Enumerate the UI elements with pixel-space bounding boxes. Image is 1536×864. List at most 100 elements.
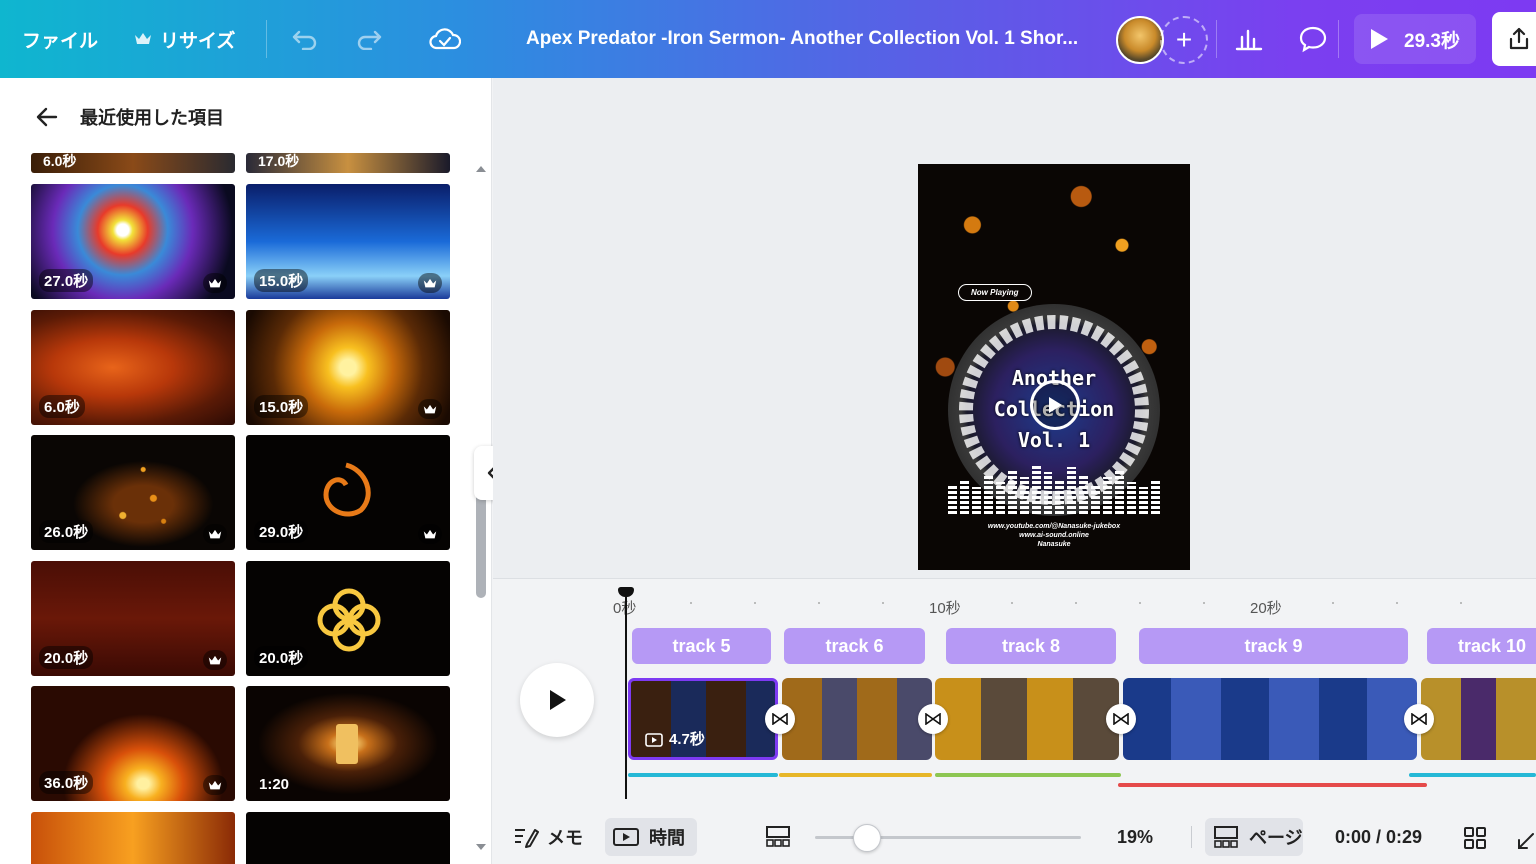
crown-icon bbox=[418, 524, 442, 544]
crown-icon bbox=[203, 524, 227, 544]
cloud-saved-icon[interactable] bbox=[428, 22, 462, 56]
add-collaborator-button[interactable]: + bbox=[1160, 16, 1208, 64]
timeline-toggle[interactable]: 時間 bbox=[613, 818, 685, 856]
track-label[interactable]: track 9 bbox=[1139, 628, 1408, 664]
media-thumbnail[interactable] bbox=[31, 812, 235, 864]
timeline-clip-selected[interactable]: 4.7秒 bbox=[628, 678, 778, 760]
zoom-percentage[interactable]: 19% bbox=[1117, 818, 1153, 856]
notes-button[interactable]: メモ bbox=[513, 818, 583, 856]
divider bbox=[1338, 20, 1339, 58]
media-thumbnail[interactable] bbox=[246, 812, 450, 864]
page-layout-icon bbox=[1214, 826, 1238, 848]
page-view-toggle[interactable]: ページ bbox=[1213, 818, 1303, 856]
transition-icon[interactable] bbox=[1106, 704, 1136, 734]
timeline-clip[interactable] bbox=[935, 678, 1119, 760]
insights-chart-icon[interactable] bbox=[1232, 22, 1266, 56]
crown-icon bbox=[203, 775, 227, 795]
fire-ring-graphic bbox=[323, 462, 371, 517]
media-thumbnail[interactable]: 27.0秒 bbox=[31, 184, 235, 299]
redo-icon[interactable] bbox=[352, 22, 386, 56]
play-icon bbox=[1371, 29, 1388, 49]
timeline-play-button[interactable] bbox=[520, 663, 594, 737]
grid-layout-icon[interactable] bbox=[765, 824, 791, 850]
now-playing-badge: Now Playing bbox=[958, 284, 1032, 301]
media-thumbnail[interactable]: 36.0秒 bbox=[31, 686, 235, 801]
crown-icon bbox=[418, 273, 442, 293]
notes-icon bbox=[515, 829, 539, 848]
thumbnail-duration: 6.0秒 bbox=[39, 395, 85, 418]
ruler-label: 10秒 bbox=[929, 600, 961, 617]
thumbnail-duration: 6.0秒 bbox=[43, 153, 77, 169]
page-label: ページ bbox=[1249, 828, 1303, 848]
timeline-clip[interactable] bbox=[782, 678, 932, 760]
grid-view-icon[interactable] bbox=[1463, 826, 1487, 850]
play-icon bbox=[550, 690, 566, 710]
media-thumbnail[interactable]: 26.0秒 bbox=[31, 435, 235, 550]
media-thumbnail[interactable]: 17.0秒 bbox=[246, 153, 450, 173]
resize-label: リサイズ bbox=[160, 30, 236, 52]
comment-icon[interactable] bbox=[1296, 22, 1330, 56]
media-thumbnail[interactable]: 15.0秒 bbox=[246, 310, 450, 425]
divider bbox=[1216, 20, 1217, 58]
golden-knot-graphic bbox=[317, 588, 381, 652]
transition-icon[interactable] bbox=[918, 704, 948, 734]
media-thumbnail[interactable]: 15.0秒 bbox=[246, 184, 450, 299]
divider bbox=[266, 20, 267, 58]
audio-track-line bbox=[1118, 783, 1427, 787]
media-thumbnail[interactable]: 29.0秒 bbox=[246, 435, 450, 550]
media-thumbnail[interactable]: 6.0秒 bbox=[31, 153, 235, 173]
track-label[interactable]: track 6 bbox=[784, 628, 925, 664]
thumbnail-duration: 20.0秒 bbox=[254, 646, 309, 669]
timeline-clip[interactable] bbox=[1421, 678, 1536, 760]
track-label[interactable]: track 10 bbox=[1427, 628, 1536, 664]
thumbnail-duration: 26.0秒 bbox=[39, 520, 94, 543]
undo-icon[interactable] bbox=[288, 22, 322, 56]
track-label[interactable]: track 8 bbox=[946, 628, 1116, 664]
audio-track-line bbox=[628, 773, 778, 777]
credit-line: www.youtube.com/@Nanasuke-jukebox bbox=[987, 523, 1121, 530]
back-arrow-icon[interactable] bbox=[34, 104, 60, 130]
video-timeline-icon bbox=[613, 828, 639, 846]
thumbnail-duration: 27.0秒 bbox=[39, 269, 94, 292]
playhead[interactable] bbox=[625, 589, 627, 799]
media-thumbnail[interactable]: 20.0秒 bbox=[31, 561, 235, 676]
ruler-label: 20秒 bbox=[1250, 600, 1282, 617]
design-title[interactable]: Apex Predator -Iron Sermon- Another Coll… bbox=[526, 28, 1078, 50]
candle-graphic bbox=[336, 724, 358, 764]
scroll-down-icon[interactable] bbox=[474, 842, 488, 852]
share-icon bbox=[1509, 27, 1529, 50]
thumbnail-duration: 17.0秒 bbox=[258, 153, 300, 169]
preview-play-icon[interactable] bbox=[1030, 380, 1080, 430]
bottom-toolbar: メモ 時間 19% ページ 0:00 / 0:29 bbox=[493, 802, 1536, 864]
disc-title-line3: Vol. 1 bbox=[1017, 428, 1091, 452]
timecode: 0:00 / 0:29 bbox=[1335, 826, 1423, 847]
playhead-handle[interactable] bbox=[618, 587, 634, 597]
transition-icon[interactable] bbox=[1404, 704, 1434, 734]
video-page-preview[interactable]: Now Playing Another Collection Vol. 1 ww… bbox=[918, 164, 1190, 570]
credit-line: Nanasuke bbox=[1037, 541, 1071, 548]
file-menu-button[interactable]: ファイル bbox=[22, 0, 98, 78]
fullscreen-icon[interactable] bbox=[1517, 826, 1535, 850]
plus-icon: + bbox=[1175, 24, 1193, 55]
media-thumbnail[interactable]: 20.0秒 bbox=[246, 561, 450, 676]
resize-button[interactable]: リサイズ bbox=[134, 0, 235, 78]
media-thumbnail[interactable]: 6.0秒 bbox=[31, 310, 235, 425]
present-button[interactable]: 29.3秒 bbox=[1354, 14, 1476, 64]
avatar[interactable] bbox=[1116, 16, 1164, 64]
audio-track-line bbox=[779, 773, 932, 777]
equalizer-graphic bbox=[948, 464, 1160, 514]
divider bbox=[1191, 826, 1192, 848]
transition-icon[interactable] bbox=[765, 704, 795, 734]
share-button[interactable] bbox=[1492, 12, 1536, 66]
video-clip-icon bbox=[645, 733, 663, 747]
zoom-slider-handle[interactable] bbox=[853, 824, 881, 852]
scroll-up-icon[interactable] bbox=[474, 164, 488, 174]
media-thumbnail[interactable]: 1:20 bbox=[246, 686, 450, 801]
thumbnail-duration: 29.0秒 bbox=[254, 520, 309, 543]
crown-icon bbox=[418, 399, 442, 419]
track-label[interactable]: track 5 bbox=[632, 628, 771, 664]
clip-duration: 4.7秒 bbox=[669, 731, 705, 748]
panel-title: 最近使用した項目 bbox=[80, 108, 224, 128]
timeline-clip[interactable] bbox=[1123, 678, 1417, 760]
recent-items-panel: 最近使用した項目 6.0秒 17.0秒 27.0秒 15.0秒 6.0秒 15.… bbox=[0, 78, 492, 864]
